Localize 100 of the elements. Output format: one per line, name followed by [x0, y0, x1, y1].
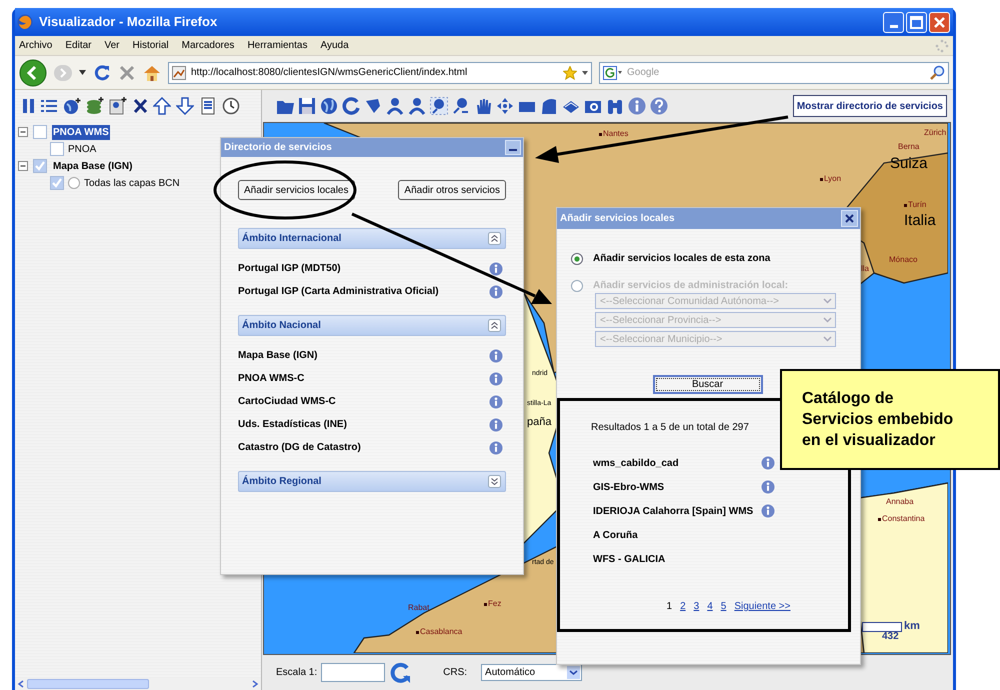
section-header[interactable]: Ámbito Internacional — [238, 228, 506, 249]
page-link[interactable]: 1 — [666, 599, 672, 614]
window-title: Visualizador - Mozilla Firefox — [39, 13, 218, 32]
city-label: Lyon — [824, 175, 842, 183]
section-header[interactable]: Ámbito Regional — [238, 471, 506, 492]
info-icon[interactable] — [489, 372, 503, 386]
page-link[interactable]: 2 — [680, 599, 686, 614]
scrollbar[interactable] — [15, 678, 261, 690]
help-icon[interactable] — [650, 97, 670, 115]
service-name[interactable]: wms_cabildo_cad — [593, 456, 755, 470]
list-icon[interactable] — [40, 97, 58, 115]
next-page-link[interactable]: Siguiente >> — [734, 599, 790, 614]
layer-label[interactable]: PNOA — [68, 142, 96, 156]
dialog-button[interactable]: Añadir otros servicios — [398, 180, 506, 200]
person-icon[interactable] — [386, 97, 406, 115]
star-icon[interactable] — [563, 66, 577, 80]
info-icon[interactable] — [489, 262, 503, 276]
document-icon[interactable] — [199, 97, 217, 115]
caret-icon[interactable] — [79, 70, 86, 75]
results-summary: Resultados 1 a 5 de un total de 297 — [591, 421, 750, 435]
section-header[interactable]: Ámbito Nacional — [238, 315, 506, 336]
page-link[interactable]: 4 — [707, 599, 713, 614]
info-icon[interactable] — [489, 284, 503, 298]
search-icon[interactable] — [929, 64, 945, 80]
checkbox[interactable] — [33, 159, 47, 173]
scale-bar — [862, 622, 902, 632]
dialog-button[interactable]: Añadir servicios locales — [238, 180, 354, 200]
service-name[interactable]: Portugal IGP (Carta Administrativa Oficial) — [238, 284, 439, 299]
refresh-icon[interactable] — [342, 97, 362, 115]
city-label: Fez — [488, 600, 502, 608]
info-icon[interactable] — [761, 456, 775, 470]
menu-item[interactable]: Ver — [104, 38, 120, 53]
home-icon[interactable] — [143, 64, 161, 82]
layer-label[interactable]: Mapa Base (IGN) — [52, 158, 134, 174]
close-button[interactable] — [841, 210, 858, 227]
service-name[interactable]: Portugal IGP (MDT50) — [238, 261, 341, 276]
menu-item[interactable]: Historial — [132, 38, 169, 53]
stack-plus-icon[interactable] — [86, 97, 104, 115]
crs-dropdown[interactable]: Automático — [481, 664, 582, 681]
checkbox[interactable] — [50, 176, 64, 190]
info-icon[interactable] — [489, 394, 503, 408]
menu-item[interactable]: Marcadores — [182, 38, 234, 53]
zoom-in-icon[interactable] — [430, 97, 450, 115]
info-icon[interactable] — [761, 504, 775, 518]
info-icon[interactable] — [628, 97, 648, 115]
clock-icon[interactable] — [222, 97, 240, 115]
info-icon[interactable] — [489, 418, 503, 432]
city-label: Casablanca — [420, 628, 462, 636]
menu-item[interactable]: Herramientas — [247, 38, 308, 53]
service-name[interactable]: Mapa Base (IGN) — [238, 348, 318, 363]
scale-input[interactable] — [321, 663, 386, 682]
menu-item[interactable]: Editar — [65, 38, 92, 53]
layer-label[interactable]: Todas las capas BCN — [84, 176, 180, 190]
show-directory-button[interactable]: Mostrar directorio de servicios — [792, 95, 947, 117]
service-name[interactable]: GIS-Ebro-WMS — [593, 480, 755, 494]
layer-label[interactable]: PNOA WMS — [52, 124, 110, 140]
menu-item[interactable]: Archivo — [19, 38, 52, 53]
up-arrow-icon[interactable] — [153, 97, 171, 115]
back-button[interactable] — [19, 58, 47, 86]
collapse-toggle[interactable] — [18, 127, 28, 137]
refresh-icon[interactable] — [389, 662, 412, 684]
service-name[interactable]: A Coruña — [593, 528, 755, 542]
globe-icon[interactable] — [320, 97, 340, 115]
service-name[interactable]: Catastro (DG de Catastro) — [238, 440, 361, 455]
radio-button[interactable] — [571, 252, 583, 264]
close-icon — [845, 214, 854, 223]
pause-icon[interactable] — [20, 97, 35, 115]
search-button[interactable]: Buscar — [652, 375, 762, 394]
service-name[interactable]: Uds. Estadísticas (INE) — [238, 417, 347, 432]
service-name[interactable]: WFS - GALICIA — [593, 552, 755, 566]
info-icon[interactable] — [489, 440, 503, 454]
page-link[interactable]: 5 — [720, 599, 726, 614]
info-icon[interactable] — [761, 480, 775, 494]
collapse-toggle[interactable] — [18, 161, 28, 171]
service-name[interactable]: IDERIOJA Calahorra [Spain] WMS — [593, 504, 755, 518]
document-plus-icon[interactable] — [109, 97, 127, 115]
checkbox[interactable] — [50, 142, 64, 156]
search-engine-icon[interactable] — [603, 66, 623, 80]
checkbox[interactable] — [33, 125, 47, 139]
hand-icon[interactable] — [474, 97, 494, 115]
info-icon[interactable] — [489, 348, 503, 362]
menu-item[interactable]: Ayuda — [320, 38, 349, 53]
maximize-button[interactable] — [906, 12, 927, 32]
place-label: Annaba — [886, 498, 914, 506]
person-icon[interactable] — [408, 97, 428, 115]
service-name[interactable]: PNOA WMS-C — [238, 371, 304, 386]
page-link[interactable]: 3 — [694, 599, 700, 614]
stop-icon[interactable] — [118, 64, 136, 82]
address-field[interactable]: http://localhost:8080/clientesIGN/wmsGenericClient/index.html — [168, 62, 592, 84]
cross-icon[interactable] — [132, 97, 148, 115]
caret-icon — [567, 666, 580, 679]
service-name[interactable]: CartoCiudad WMS-C — [238, 394, 336, 409]
country-label: paña — [527, 417, 552, 428]
globe-plus-icon[interactable] — [63, 97, 81, 115]
scale-label: Escala 1: — [276, 666, 318, 680]
radio-button[interactable] — [68, 177, 80, 189]
down-arrow-icon[interactable] — [176, 97, 194, 115]
reload-icon[interactable] — [93, 64, 111, 82]
caret-icon[interactable] — [582, 70, 588, 74]
minimize-button[interactable] — [505, 140, 521, 155]
